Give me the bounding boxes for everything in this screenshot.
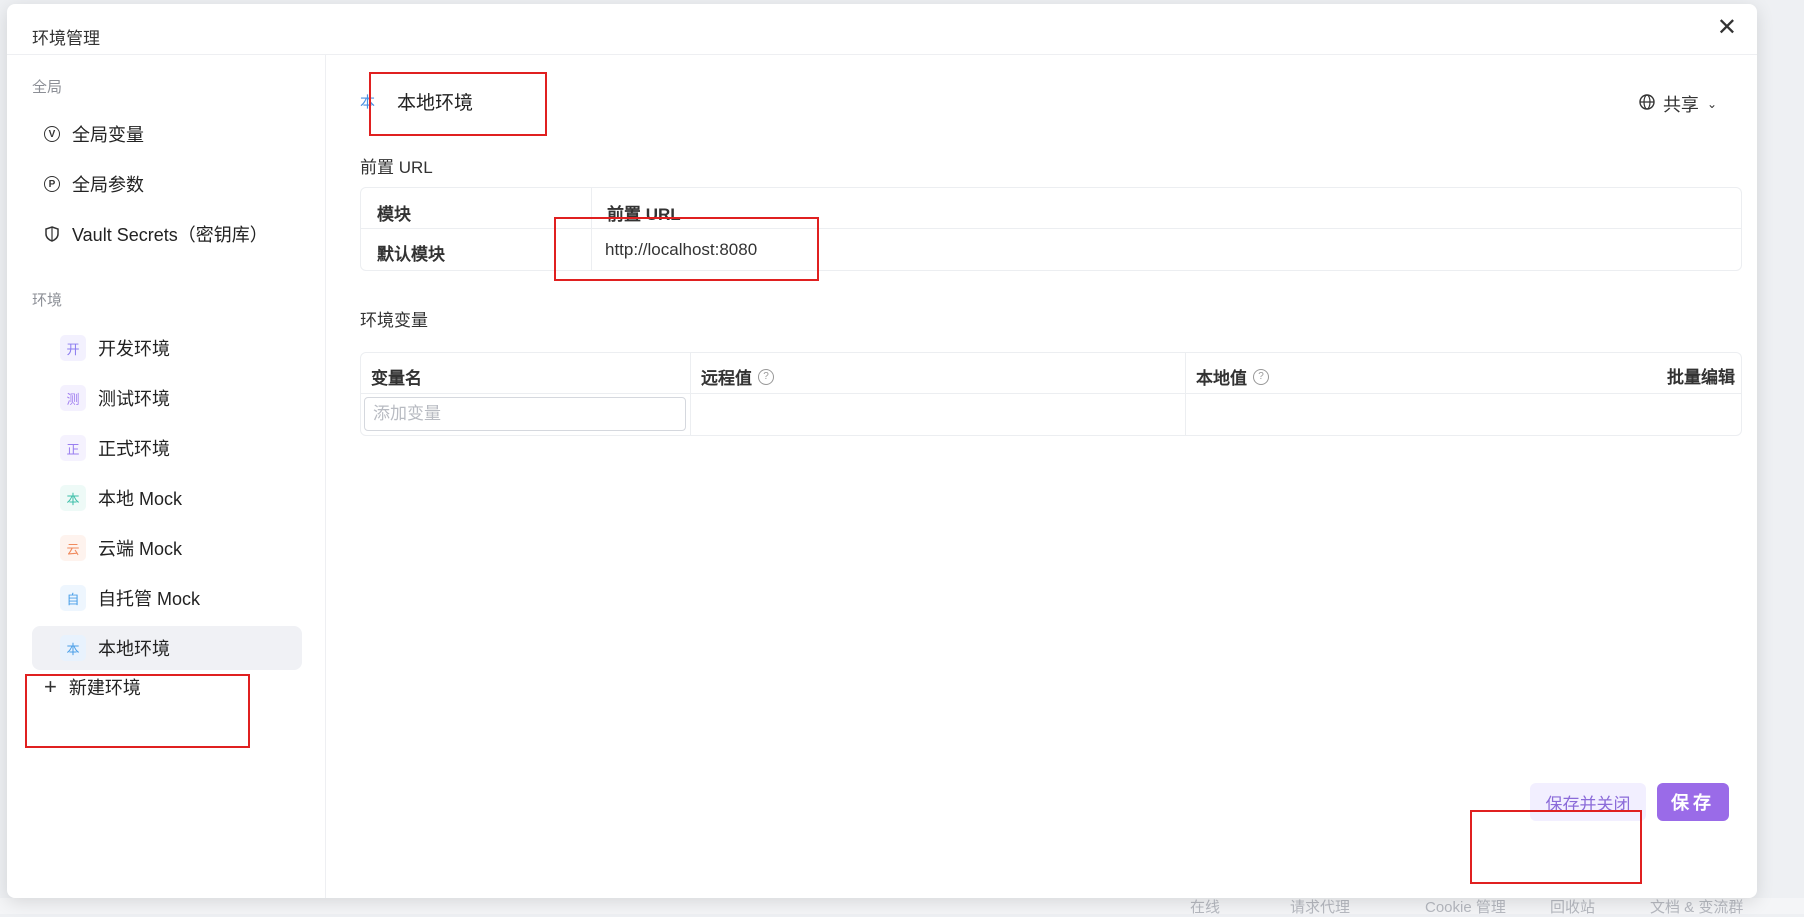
globe-icon bbox=[1639, 93, 1655, 115]
close-icon[interactable]: ✕ bbox=[1717, 16, 1737, 40]
save-and-close-button[interactable]: 保存并关闭 bbox=[1530, 783, 1646, 821]
sidebar-item-label: 开发环境 bbox=[98, 339, 170, 359]
sidebar-item-label: 全局变量 bbox=[72, 125, 144, 145]
new-environment-label: 新建环境 bbox=[68, 678, 141, 698]
sidebar-item-dev-env[interactable]: 开 开发环境 bbox=[32, 326, 302, 370]
modal-title: 环境管理 bbox=[32, 29, 100, 48]
plus-icon: + bbox=[44, 674, 57, 699]
sidebar-item-cloud-mock[interactable]: 云 云端 Mock bbox=[32, 526, 302, 570]
sidebar-item-label: 自托管 Mock bbox=[98, 589, 201, 609]
sidebar-item-label: 本地 Mock bbox=[98, 489, 183, 509]
env-badge-icon: 开 bbox=[60, 335, 86, 361]
add-variable-input[interactable] bbox=[364, 397, 686, 431]
shield-icon bbox=[44, 225, 60, 243]
env-badge-icon: 本 bbox=[60, 485, 86, 511]
modal-header: 环境管理 ✕ bbox=[7, 4, 1757, 55]
column-header-local-value: 本地值 ? bbox=[1196, 364, 1269, 389]
chevron-down-icon: ⌄ bbox=[1706, 97, 1717, 111]
env-badge-icon: 测 bbox=[60, 385, 86, 411]
env-title: 本 本地环境 bbox=[360, 88, 473, 115]
sidebar-item-local-env[interactable]: 本 本地环境 bbox=[32, 626, 302, 670]
column-header-remote-value: 远程值 ? bbox=[701, 364, 774, 389]
variable-icon: V bbox=[44, 126, 60, 142]
sidebar-item-selfhosted-mock[interactable]: 自 自托管 Mock bbox=[32, 576, 302, 620]
share-label: 共享 bbox=[1662, 95, 1699, 115]
env-badge-icon: 正 bbox=[60, 435, 86, 461]
sidebar-item-label: 本地环境 bbox=[98, 639, 170, 659]
sidebar: 全局 V 全局变量 P 全局参数 Vault Secrets（密钥库） 环境 开… bbox=[7, 55, 326, 898]
sidebar-item-label: 云端 Mock bbox=[98, 539, 183, 559]
env-name[interactable]: 本地环境 bbox=[397, 88, 473, 115]
env-badge-icon: 本 bbox=[360, 94, 376, 111]
env-badge-icon: 本 bbox=[60, 635, 86, 661]
sidebar-item-label: 全局参数 bbox=[72, 175, 144, 195]
sidebar-item-vault-secrets[interactable]: Vault Secrets（密钥库） bbox=[32, 212, 302, 256]
prefix-url-table: 模块 前置 URL 默认模块 http://localhost:8080 bbox=[360, 187, 1742, 271]
column-divider bbox=[690, 353, 691, 435]
save-button[interactable]: 保存 bbox=[1657, 783, 1729, 821]
remote-value-label: 远程值 bbox=[701, 369, 752, 388]
module-name-cell: 默认模块 bbox=[377, 245, 445, 264]
global-section-label: 全局 bbox=[32, 79, 63, 96]
sidebar-item-label: Vault Secrets（密钥库） bbox=[72, 225, 268, 245]
help-icon[interactable]: ? bbox=[1253, 368, 1269, 385]
env-vars-heading: 环境变量 bbox=[360, 311, 428, 330]
env-vars-table: 变量名 远程值 ? 本地值 ? 批量编辑 bbox=[360, 352, 1742, 436]
table-row: 默认模块 http://localhost:8080 bbox=[361, 229, 1741, 269]
prefix-url-cell[interactable]: http://localhost:8080 bbox=[605, 240, 757, 260]
table-header-row: 变量名 远程值 ? 本地值 ? 批量编辑 bbox=[361, 353, 1741, 394]
env-badge-icon: 云 bbox=[60, 535, 86, 561]
help-icon[interactable]: ? bbox=[758, 368, 774, 385]
table-header-row: 模块 前置 URL bbox=[361, 188, 1741, 229]
environment-manager-modal: 环境管理 ✕ 全局 V 全局变量 P 全局参数 Vault Secrets（密钥… bbox=[7, 4, 1757, 898]
main-content: 本 本地环境 共享 ⌄ 前置 URL 模块 前置 URL 默认模块 http:/… bbox=[326, 55, 1757, 898]
local-value-label: 本地值 bbox=[1196, 369, 1247, 388]
batch-edit-button[interactable]: 批量编辑 bbox=[1667, 363, 1735, 388]
param-icon: P bbox=[44, 176, 60, 192]
sidebar-item-global-params[interactable]: P 全局参数 bbox=[32, 162, 302, 206]
column-header-prefix-url: 前置 URL bbox=[607, 205, 681, 224]
share-dropdown[interactable]: 共享 ⌄ bbox=[1639, 91, 1717, 117]
prefix-url-heading: 前置 URL bbox=[360, 158, 433, 177]
sidebar-item-test-env[interactable]: 测 测试环境 bbox=[32, 376, 302, 420]
background-status-bar: 在线 请求代理 Cookie 管理 回收站 文档 & 变流群 bbox=[0, 898, 1804, 916]
new-environment-button[interactable]: + 新建环境 bbox=[32, 674, 141, 700]
env-badge-icon: 自 bbox=[60, 585, 86, 611]
sidebar-item-prod-env[interactable]: 正 正式环境 bbox=[32, 426, 302, 470]
sidebar-item-local-mock[interactable]: 本 本地 Mock bbox=[32, 476, 302, 520]
sidebar-item-label: 正式环境 bbox=[98, 439, 170, 459]
sidebar-item-global-variables[interactable]: V 全局变量 bbox=[32, 112, 302, 156]
sidebar-item-label: 测试环境 bbox=[98, 389, 170, 409]
column-divider bbox=[1185, 353, 1186, 435]
column-header-module: 模块 bbox=[377, 205, 411, 224]
column-header-var-name: 变量名 bbox=[371, 369, 422, 388]
env-section-label: 环境 bbox=[32, 292, 63, 309]
